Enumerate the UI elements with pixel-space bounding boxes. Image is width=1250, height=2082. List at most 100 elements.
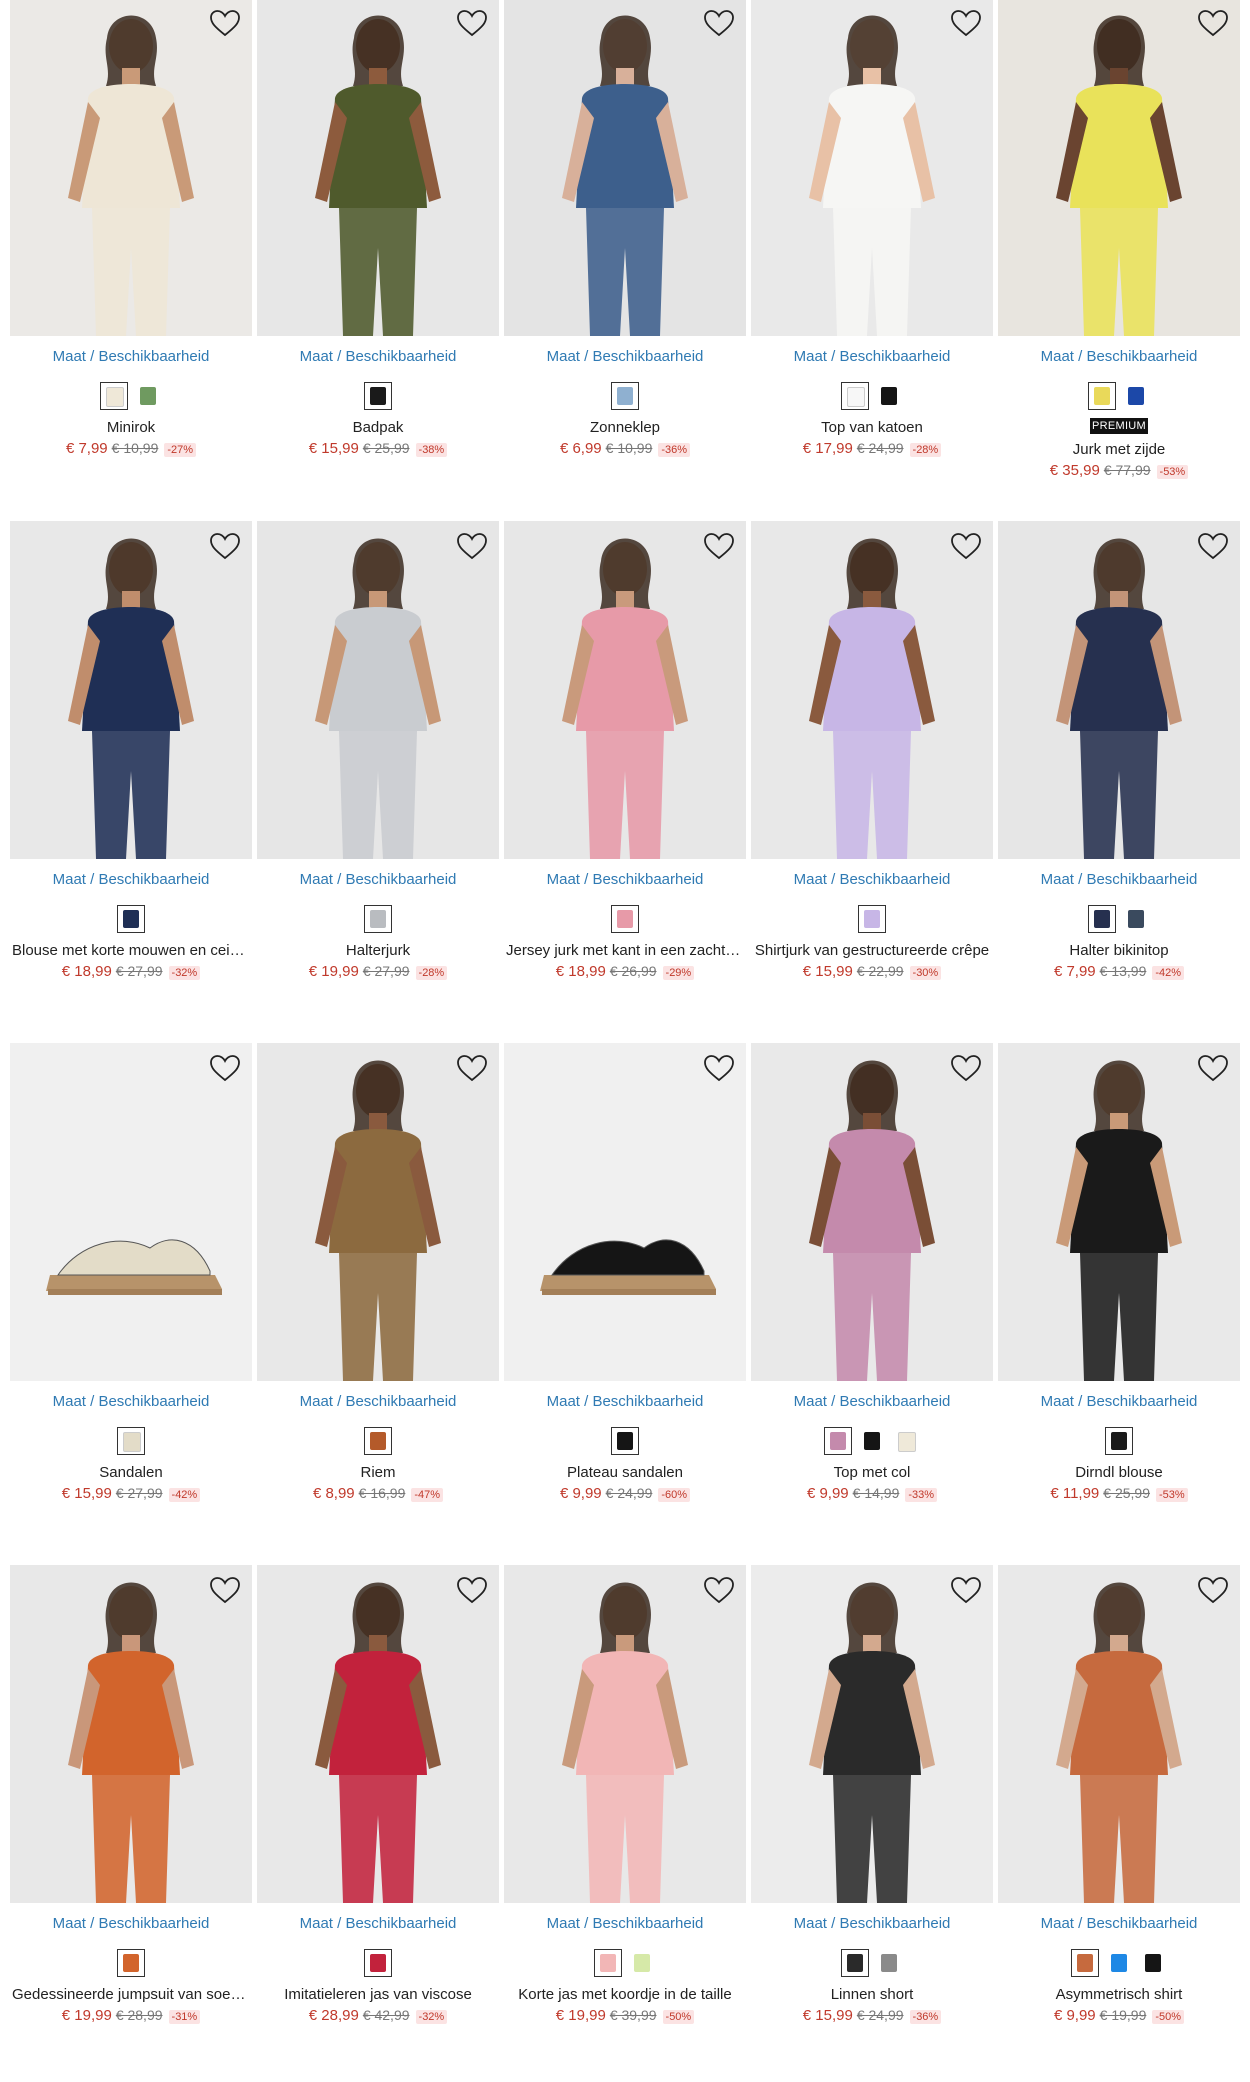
color-swatch[interactable]	[1139, 1949, 1167, 1977]
product-card[interactable]: Maat / Beschikbaarheid Zonneklep € 6,99 € 1…	[504, 0, 746, 457]
wishlist-heart-icon[interactable]	[208, 1053, 242, 1083]
product-name[interactable]: Top met col	[751, 1464, 993, 1481]
product-card[interactable]: Maat / Beschikbaarheid Asymmetrisch shirt…	[998, 1565, 1240, 2024]
wishlist-heart-icon[interactable]	[455, 531, 489, 561]
color-swatch[interactable]	[611, 1427, 639, 1455]
wishlist-heart-icon[interactable]	[455, 1575, 489, 1605]
color-swatch[interactable]	[611, 905, 639, 933]
size-availability-link[interactable]: Maat / Beschikbaarheid	[751, 348, 993, 366]
color-swatch[interactable]	[875, 1949, 903, 1977]
product-image[interactable]	[998, 521, 1240, 859]
size-availability-link[interactable]: Maat / Beschikbaarheid	[504, 1915, 746, 1933]
wishlist-heart-icon[interactable]	[702, 531, 736, 561]
size-availability-link[interactable]: Maat / Beschikbaarheid	[751, 1393, 993, 1411]
color-swatch[interactable]	[628, 1949, 656, 1977]
wishlist-heart-icon[interactable]	[702, 1575, 736, 1605]
wishlist-heart-icon[interactable]	[208, 8, 242, 38]
product-name[interactable]: Linnen short	[751, 1986, 993, 2003]
product-card[interactable]: Maat / Beschikbaarheid PREMIUM Jurk met zi…	[998, 0, 1240, 479]
wishlist-heart-icon[interactable]	[1196, 8, 1230, 38]
color-swatch[interactable]	[364, 1427, 392, 1455]
product-image[interactable]	[751, 0, 993, 336]
size-availability-link[interactable]: Maat / Beschikbaarheid	[504, 348, 746, 366]
product-card[interactable]: Maat / Beschikbaarheid Dirndl blouse € 11,…	[998, 1043, 1240, 1502]
color-swatch[interactable]	[364, 905, 392, 933]
product-card[interactable]: Maat / Beschikbaarheid Minirok € 7,99 € 10,…	[10, 0, 252, 457]
product-name[interactable]: Halter bikinitop	[998, 942, 1240, 959]
color-swatch[interactable]	[117, 1427, 145, 1455]
color-swatch[interactable]	[1071, 1949, 1099, 1977]
color-swatch[interactable]	[100, 382, 128, 410]
product-card[interactable]: Maat / Beschikbaarheid Shirtjurk van gest…	[751, 521, 993, 980]
product-image[interactable]	[504, 521, 746, 859]
product-image[interactable]	[751, 1565, 993, 1903]
color-swatch[interactable]	[892, 1427, 920, 1455]
product-name[interactable]: Plateau sandalen	[504, 1464, 746, 1481]
size-availability-link[interactable]: Maat / Beschikbaarheid	[504, 871, 746, 889]
product-card[interactable]: Maat / Beschikbaarheid Top van katoen € 17…	[751, 0, 993, 457]
product-image[interactable]	[257, 1565, 499, 1903]
size-availability-link[interactable]: Maat / Beschikbaarheid	[257, 871, 499, 889]
size-availability-link[interactable]: Maat / Beschikbaarheid	[10, 348, 252, 366]
product-card[interactable]: Maat / Beschikbaarheid Korte jas met koor…	[504, 1565, 746, 2024]
product-name[interactable]: Halterjurk	[257, 942, 499, 959]
product-image[interactable]	[751, 1043, 993, 1381]
product-card[interactable]: Maat / Beschikbaarheid Sandalen € 15,99 € 2…	[10, 1043, 252, 1502]
product-name[interactable]: Jersey jurk met kant in een zacht viscos…	[504, 942, 746, 959]
color-swatch[interactable]	[364, 382, 392, 410]
product-name[interactable]: Riem	[257, 1464, 499, 1481]
color-swatch[interactable]	[594, 1949, 622, 1977]
wishlist-heart-icon[interactable]	[949, 531, 983, 561]
product-name[interactable]: Jurk met zijde	[998, 441, 1240, 458]
size-availability-link[interactable]: Maat / Beschikbaarheid	[10, 1393, 252, 1411]
wishlist-heart-icon[interactable]	[949, 1575, 983, 1605]
wishlist-heart-icon[interactable]	[455, 8, 489, 38]
product-image[interactable]	[10, 1043, 252, 1381]
product-image[interactable]	[257, 521, 499, 859]
product-name[interactable]: Blouse met korte mouwen en ceintuur	[10, 942, 252, 959]
wishlist-heart-icon[interactable]	[702, 8, 736, 38]
size-availability-link[interactable]: Maat / Beschikbaarheid	[751, 871, 993, 889]
product-image[interactable]	[10, 0, 252, 336]
product-card[interactable]: Maat / Beschikbaarheid Halter bikinitop € …	[998, 521, 1240, 980]
wishlist-heart-icon[interactable]	[1196, 531, 1230, 561]
product-image[interactable]	[998, 1565, 1240, 1903]
size-availability-link[interactable]: Maat / Beschikbaarheid	[751, 1915, 993, 1933]
size-availability-link[interactable]: Maat / Beschikbaarheid	[257, 1915, 499, 1933]
color-swatch[interactable]	[1088, 905, 1116, 933]
wishlist-heart-icon[interactable]	[1196, 1053, 1230, 1083]
color-swatch[interactable]	[875, 382, 903, 410]
color-swatch[interactable]	[1122, 382, 1150, 410]
size-availability-link[interactable]: Maat / Beschikbaarheid	[10, 1915, 252, 1933]
color-swatch[interactable]	[858, 905, 886, 933]
product-image[interactable]	[257, 0, 499, 336]
size-availability-link[interactable]: Maat / Beschikbaarheid	[998, 871, 1240, 889]
product-image[interactable]	[10, 1565, 252, 1903]
wishlist-heart-icon[interactable]	[1196, 1575, 1230, 1605]
size-availability-link[interactable]: Maat / Beschikbaarheid	[504, 1393, 746, 1411]
color-swatch[interactable]	[858, 1427, 886, 1455]
product-card[interactable]: Maat / Beschikbaarheid Linnen short € 15,9…	[751, 1565, 993, 2024]
size-availability-link[interactable]: Maat / Beschikbaarheid	[998, 348, 1240, 366]
wishlist-heart-icon[interactable]	[208, 531, 242, 561]
color-swatch[interactable]	[1088, 382, 1116, 410]
size-availability-link[interactable]: Maat / Beschikbaarheid	[998, 1915, 1240, 1933]
product-image[interactable]	[10, 521, 252, 859]
size-availability-link[interactable]: Maat / Beschikbaarheid	[998, 1393, 1240, 1411]
color-swatch[interactable]	[117, 905, 145, 933]
product-card[interactable]: Maat / Beschikbaarheid Badpak € 15,99 € 25,…	[257, 0, 499, 457]
product-card[interactable]: Maat / Beschikbaarheid Top met col € 9,99 €…	[751, 1043, 993, 1502]
product-image[interactable]	[504, 1043, 746, 1381]
color-swatch[interactable]	[841, 1949, 869, 1977]
product-name[interactable]: Shirtjurk van gestructureerde crêpe	[751, 942, 993, 959]
size-availability-link[interactable]: Maat / Beschikbaarheid	[10, 871, 252, 889]
wishlist-heart-icon[interactable]	[455, 1053, 489, 1083]
product-name[interactable]: Sandalen	[10, 1464, 252, 1481]
product-card[interactable]: Maat / Beschikbaarheid Jersey jurk met ka…	[504, 521, 746, 980]
wishlist-heart-icon[interactable]	[949, 8, 983, 38]
product-name[interactable]: Asymmetrisch shirt	[998, 1986, 1240, 2003]
product-image[interactable]	[998, 1043, 1240, 1381]
product-name[interactable]: Zonneklep	[504, 419, 746, 436]
product-name[interactable]: Minirok	[10, 419, 252, 436]
color-swatch[interactable]	[841, 382, 869, 410]
